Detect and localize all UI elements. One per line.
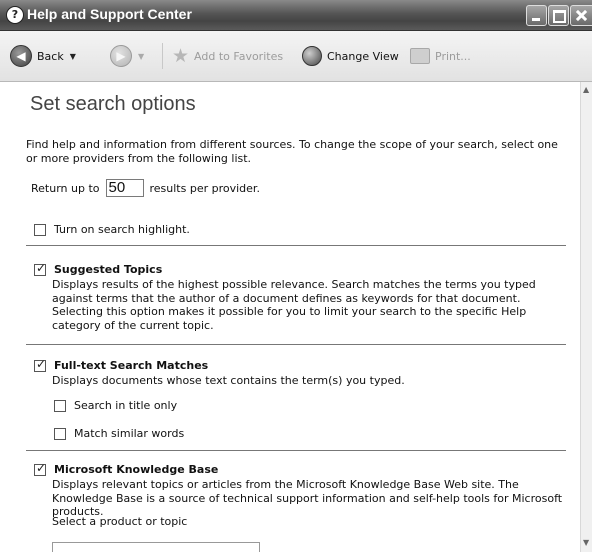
suggested-topics-option[interactable]: Suggested Topics	[34, 261, 163, 276]
suggested-topics-checkbox[interactable]	[34, 261, 46, 276]
toolbar-separator	[162, 43, 163, 69]
change-view-button[interactable]: Change View	[302, 45, 399, 67]
add-to-favorites-button[interactable]: ★ Add to Favorites	[172, 45, 283, 67]
title-only-label: Search in title only	[74, 399, 178, 412]
add-to-favorites-label: Add to Favorites	[194, 49, 284, 63]
results-limit-row: Return up to 50 results per provider.	[31, 179, 260, 197]
knowledge-base-checkbox[interactable]	[34, 461, 46, 476]
fulltext-checkbox[interactable]	[34, 357, 46, 372]
page-title: Set search options	[30, 93, 196, 115]
suggested-topics-description: Displays results of the highest possible…	[52, 278, 536, 332]
search-highlight-option[interactable]: Turn on search highlight.	[34, 223, 190, 236]
divider	[26, 245, 566, 246]
return-suffix: results per provider.	[149, 181, 260, 195]
similar-words-checkbox[interactable]	[54, 427, 66, 440]
maximize-button[interactable]	[548, 5, 569, 26]
similar-words-option[interactable]: Match similar words	[54, 427, 184, 440]
window-title: Help and Support Center	[27, 6, 192, 22]
fulltext-option[interactable]: Full-text Search Matches	[34, 357, 209, 372]
minimize-button[interactable]	[526, 5, 547, 26]
printer-icon	[410, 48, 430, 64]
knowledge-base-label: Microsoft Knowledge Base	[54, 463, 219, 476]
title-bar: ? Help and Support Center	[0, 0, 592, 31]
search-highlight-checkbox[interactable]	[34, 223, 46, 236]
back-label: Back	[37, 49, 64, 63]
suggested-topics-label: Suggested Topics	[54, 263, 163, 276]
return-prefix: Return up to	[31, 181, 100, 195]
fulltext-description: Displays documents whose text contains t…	[52, 374, 405, 387]
toolbar: ◀ Back ▼ ▶ ▼ ★ Add to Favorites Change V…	[0, 31, 592, 82]
back-arrow-icon: ◀	[10, 45, 32, 67]
back-button[interactable]: ◀ Back ▼	[10, 45, 76, 67]
knowledge-base-description: Displays relevant topics or articles fro…	[52, 478, 563, 518]
content-pane: Set search options Find help and informa…	[0, 82, 580, 552]
globe-icon	[302, 46, 322, 66]
similar-words-label: Match similar words	[74, 427, 185, 440]
forward-dropdown-icon[interactable]: ▼	[138, 52, 144, 61]
product-select-label: Select a product or topic	[52, 515, 188, 528]
back-dropdown-icon[interactable]: ▼	[70, 52, 76, 61]
search-highlight-label: Turn on search highlight.	[54, 223, 190, 236]
change-view-label: Change View	[327, 49, 399, 63]
scroll-up-icon[interactable]: ▲	[583, 85, 589, 94]
close-button[interactable]	[570, 5, 592, 26]
title-only-checkbox[interactable]	[54, 399, 66, 412]
divider	[26, 450, 566, 451]
product-select[interactable]	[52, 542, 260, 552]
intro-text: Find help and information from different…	[26, 138, 558, 165]
scroll-down-icon[interactable]: ▼	[583, 538, 589, 547]
divider	[26, 344, 566, 345]
forward-arrow-icon: ▶	[110, 45, 132, 67]
title-only-option[interactable]: Search in title only	[54, 399, 177, 412]
star-icon: ★	[172, 45, 190, 67]
knowledge-base-option[interactable]: Microsoft Knowledge Base	[34, 461, 219, 476]
forward-button[interactable]: ▶ ▼	[110, 45, 144, 67]
print-button[interactable]: Print...	[410, 45, 471, 67]
print-label: Print...	[435, 49, 471, 63]
help-icon: ?	[6, 6, 24, 24]
fulltext-label: Full-text Search Matches	[54, 359, 209, 372]
vertical-scrollbar[interactable]: ▲ ▼	[580, 82, 592, 552]
results-count-input[interactable]: 50	[105, 179, 144, 197]
